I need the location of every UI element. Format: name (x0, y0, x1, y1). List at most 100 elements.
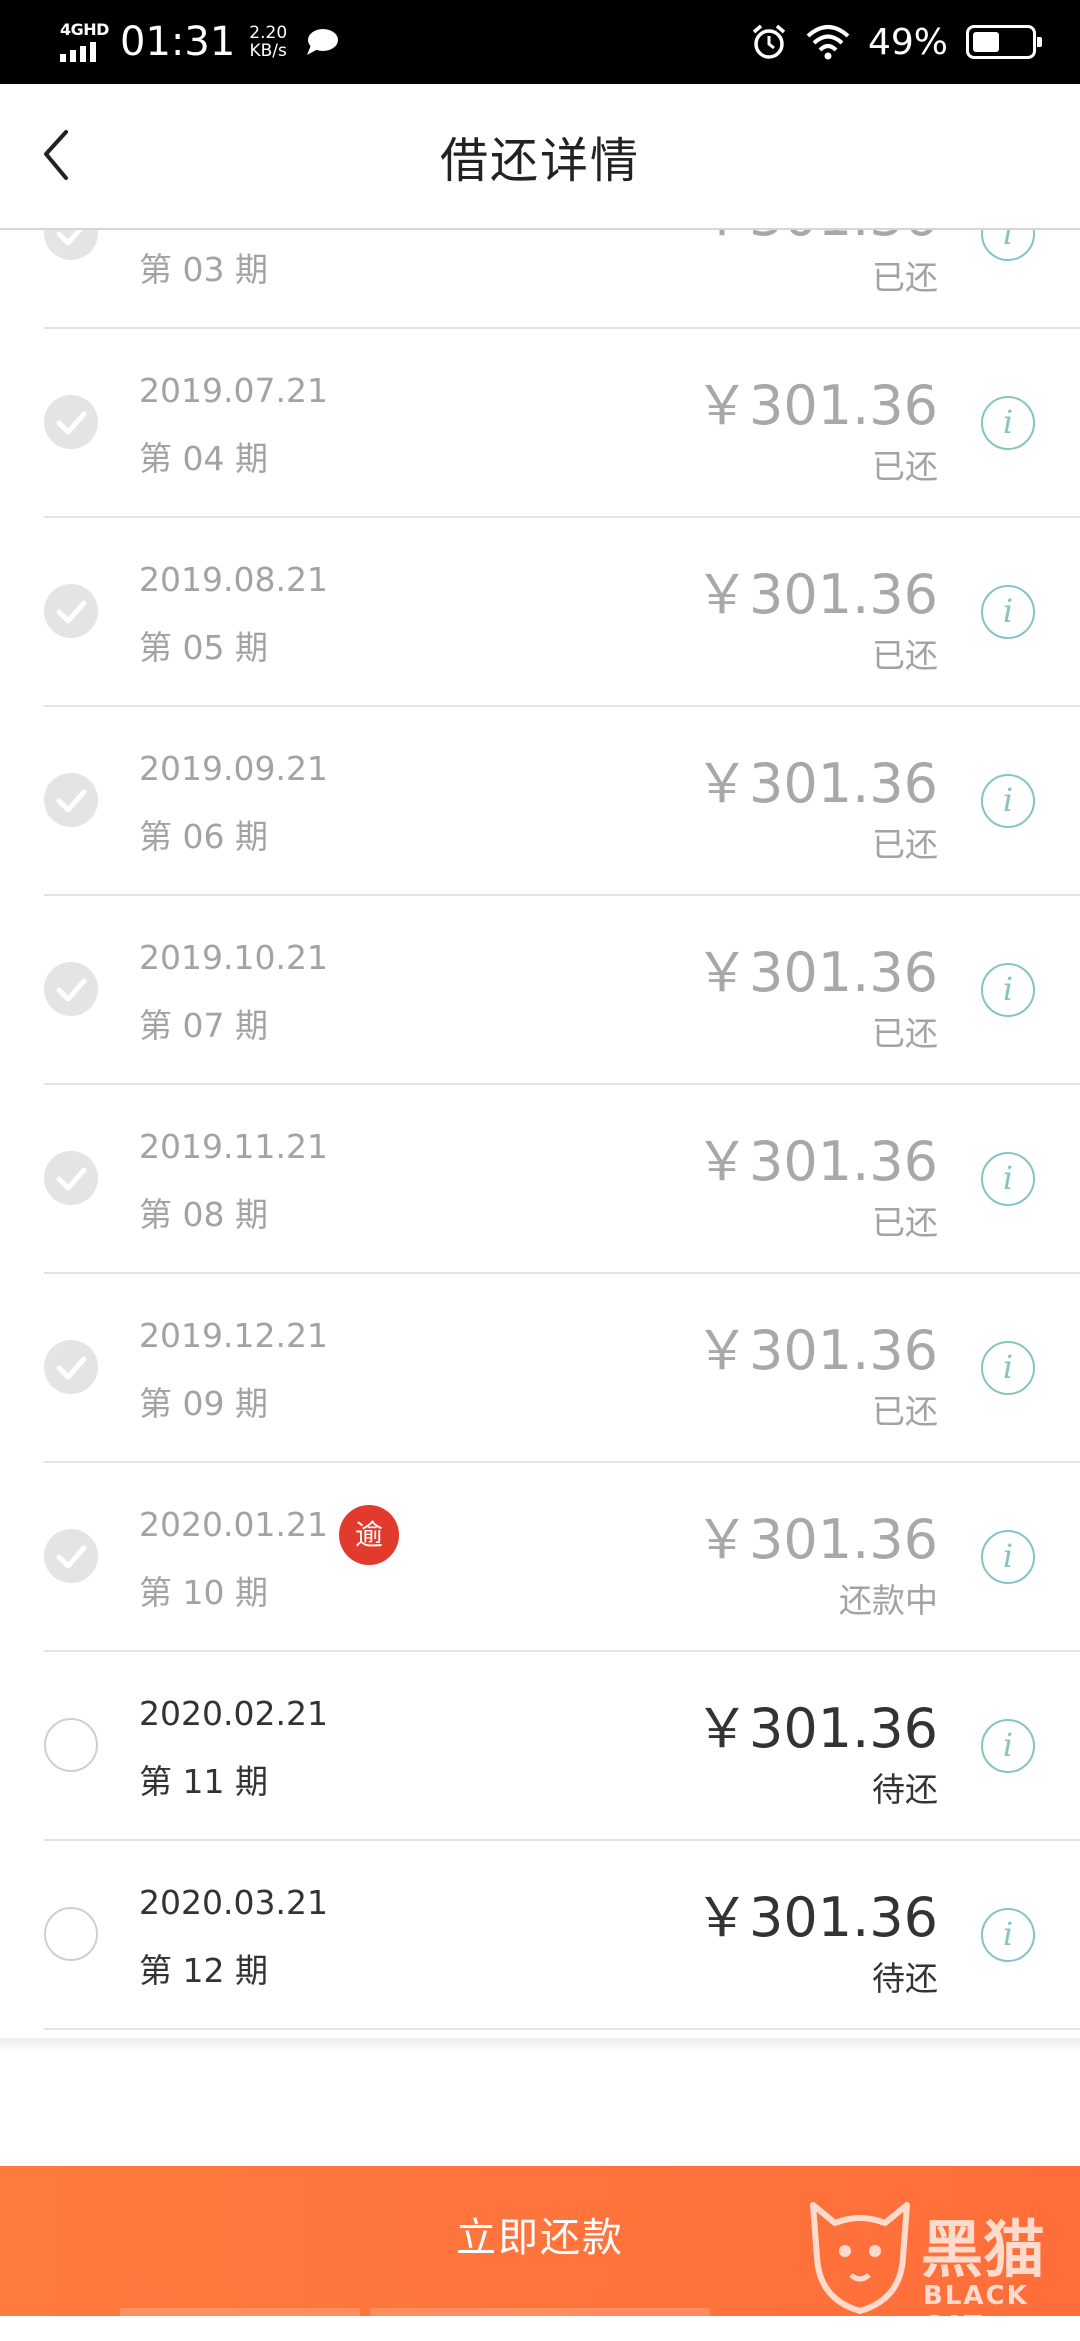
speed-value: 2.20 (249, 23, 288, 43)
check-circle-icon[interactable] (44, 962, 98, 1016)
signal-bars (60, 42, 96, 62)
installment-row[interactable]: 2019.09.21 第 06 期 ￥301.36 已还 i (44, 707, 1080, 896)
status-label: 已还 (872, 1014, 938, 1053)
installment-row[interactable]: 2019.07.21 第 04 期 ￥301.36 已还 i (44, 329, 1080, 518)
period-label: 第 12 期 (139, 1951, 268, 1990)
period-label: 第 11 期 (139, 1762, 268, 1801)
status-label: 已还 (872, 447, 938, 486)
info-icon[interactable]: i (981, 774, 1035, 828)
chevron-left-icon[interactable] (36, 126, 84, 186)
due-date: 2019.09.21 (139, 749, 328, 788)
period-label: 第 06 期 (139, 817, 268, 856)
overdue-badge: 逾 (339, 1505, 399, 1565)
amount: ￥301.36 (695, 1319, 938, 1382)
button-shade-segment (370, 2308, 710, 2316)
amount: ￥301.36 (695, 752, 938, 815)
header: 借还详情 (0, 84, 1080, 230)
info-icon[interactable]: i (981, 1719, 1035, 1773)
info-icon[interactable]: i (981, 1908, 1035, 1962)
page-title: 借还详情 (439, 133, 640, 189)
due-date: 2020.03.21 (139, 1883, 328, 1922)
installment-row[interactable]: 2019.08.21 第 05 期 ￥301.36 已还 i (44, 518, 1080, 707)
status-bar-left: 4GHD 01:31 2.20 KB/s (56, 16, 339, 68)
status-label: 待还 (872, 1959, 938, 1998)
due-date: 2019.11.21 (139, 1127, 328, 1166)
signal-icon: 4GHD (56, 16, 109, 68)
installment-row[interactable]: 第 03 期 ￥301.36 已还 i (44, 228, 1080, 329)
wifi-icon (806, 25, 850, 60)
amount: ￥301.36 (695, 1697, 938, 1760)
period-label: 第 10 期 (139, 1573, 268, 1612)
due-date: 2019.07.21 (139, 371, 328, 410)
installment-list[interactable]: 第 03 期 ￥301.36 已还 i 2019.07.21 第 04 期 ￥301.36 已… (0, 228, 1080, 2041)
amount: ￥301.36 (695, 374, 938, 437)
info-icon[interactable]: i (981, 963, 1035, 1017)
due-date: 2019.08.21 (139, 560, 328, 599)
network-type: 4GHD (60, 20, 109, 39)
amount: ￥301.36 (695, 563, 938, 626)
status-label: 已还 (872, 825, 938, 864)
chat-icon (307, 29, 339, 55)
battery-tip (1037, 37, 1042, 47)
check-circle-icon[interactable] (44, 1340, 98, 1394)
status-bar: 4GHD 01:31 2.20 KB/s 49% (0, 0, 1080, 84)
battery-icon (966, 25, 1042, 59)
installment-row[interactable]: 2019.10.21 第 07 期 ￥301.36 已还 i (44, 896, 1080, 1085)
status-label: 已还 (872, 258, 938, 297)
amount: ￥301.36 (695, 228, 938, 251)
amount: ￥301.36 (695, 1508, 938, 1571)
installment-row[interactable]: 2019.11.21 第 08 期 ￥301.36 已还 i (44, 1085, 1080, 1274)
due-date: 2020.02.21 (139, 1694, 328, 1733)
black-cat-watermark: 黑猫 BLACK CAT (805, 2195, 1080, 2341)
status-label: 待还 (872, 1770, 938, 1809)
installment-list-inner: 第 03 期 ￥301.36 已还 i 2019.07.21 第 04 期 ￥301.36 已… (0, 228, 1080, 2030)
period-label: 第 08 期 (139, 1195, 268, 1234)
period-label: 第 03 期 (139, 250, 268, 289)
cat-logo-icon (810, 2202, 910, 2314)
amount: ￥301.36 (695, 941, 938, 1004)
unchecked-circle-icon[interactable] (44, 1718, 98, 1772)
status-bar-right: 49% (750, 21, 1042, 63)
status-label: 还款中 (839, 1581, 938, 1620)
watermark-brand-text: BLACK CAT (923, 2281, 1029, 2341)
due-date: 2019.10.21 (139, 938, 328, 977)
installment-row[interactable]: 2020.01.21 第 10 期 逾 ￥301.36 还款中 i (44, 1463, 1080, 1652)
alarm-icon (752, 24, 786, 59)
battery-percent: 49% (867, 21, 948, 63)
amount: ￥301.36 (695, 1130, 938, 1193)
info-icon[interactable]: i (981, 585, 1035, 639)
speed-unit: KB/s (249, 41, 287, 61)
status-label: 已还 (872, 636, 938, 675)
battery-fill (973, 32, 999, 52)
period-label: 第 04 期 (139, 439, 268, 478)
check-circle-icon[interactable] (44, 773, 98, 827)
status-time: 01:31 (120, 19, 236, 65)
period-label: 第 05 期 (139, 628, 268, 667)
info-icon[interactable]: i (981, 1341, 1035, 1395)
due-date: 2019.12.21 (139, 1316, 328, 1355)
list-shadow (0, 2038, 1080, 2052)
info-icon[interactable]: i (981, 1530, 1035, 1584)
check-circle-icon[interactable] (44, 395, 98, 449)
check-circle-icon[interactable] (44, 1529, 98, 1583)
status-label: 已还 (872, 1392, 938, 1431)
check-circle-icon[interactable] (44, 228, 98, 260)
amount: ￥301.36 (695, 1886, 938, 1949)
info-icon[interactable]: i (981, 228, 1035, 261)
status-label: 已还 (872, 1203, 938, 1242)
unchecked-circle-icon[interactable] (44, 1907, 98, 1961)
period-label: 第 09 期 (139, 1384, 268, 1423)
pay-now-label: 立即还款 (456, 2215, 624, 2261)
network-speed: 2.20 KB/s (249, 24, 287, 60)
due-date: 2020.01.21 (139, 1505, 328, 1544)
button-shade-segment (120, 2308, 360, 2316)
info-icon[interactable]: i (981, 1152, 1035, 1206)
installment-row[interactable]: 2020.02.21 第 11 期 ￥301.36 待还 i (44, 1652, 1080, 1841)
info-icon[interactable]: i (981, 396, 1035, 450)
period-label: 第 07 期 (139, 1006, 268, 1045)
check-circle-icon[interactable] (44, 1151, 98, 1205)
installment-row[interactable]: 2019.12.21 第 09 期 ￥301.36 已还 i (44, 1274, 1080, 1463)
check-circle-icon[interactable] (44, 584, 98, 638)
watermark-logo-text: 黑猫 (921, 2213, 1046, 2286)
installment-row[interactable]: 2020.03.21 第 12 期 ￥301.36 待还 i (44, 1841, 1080, 2030)
